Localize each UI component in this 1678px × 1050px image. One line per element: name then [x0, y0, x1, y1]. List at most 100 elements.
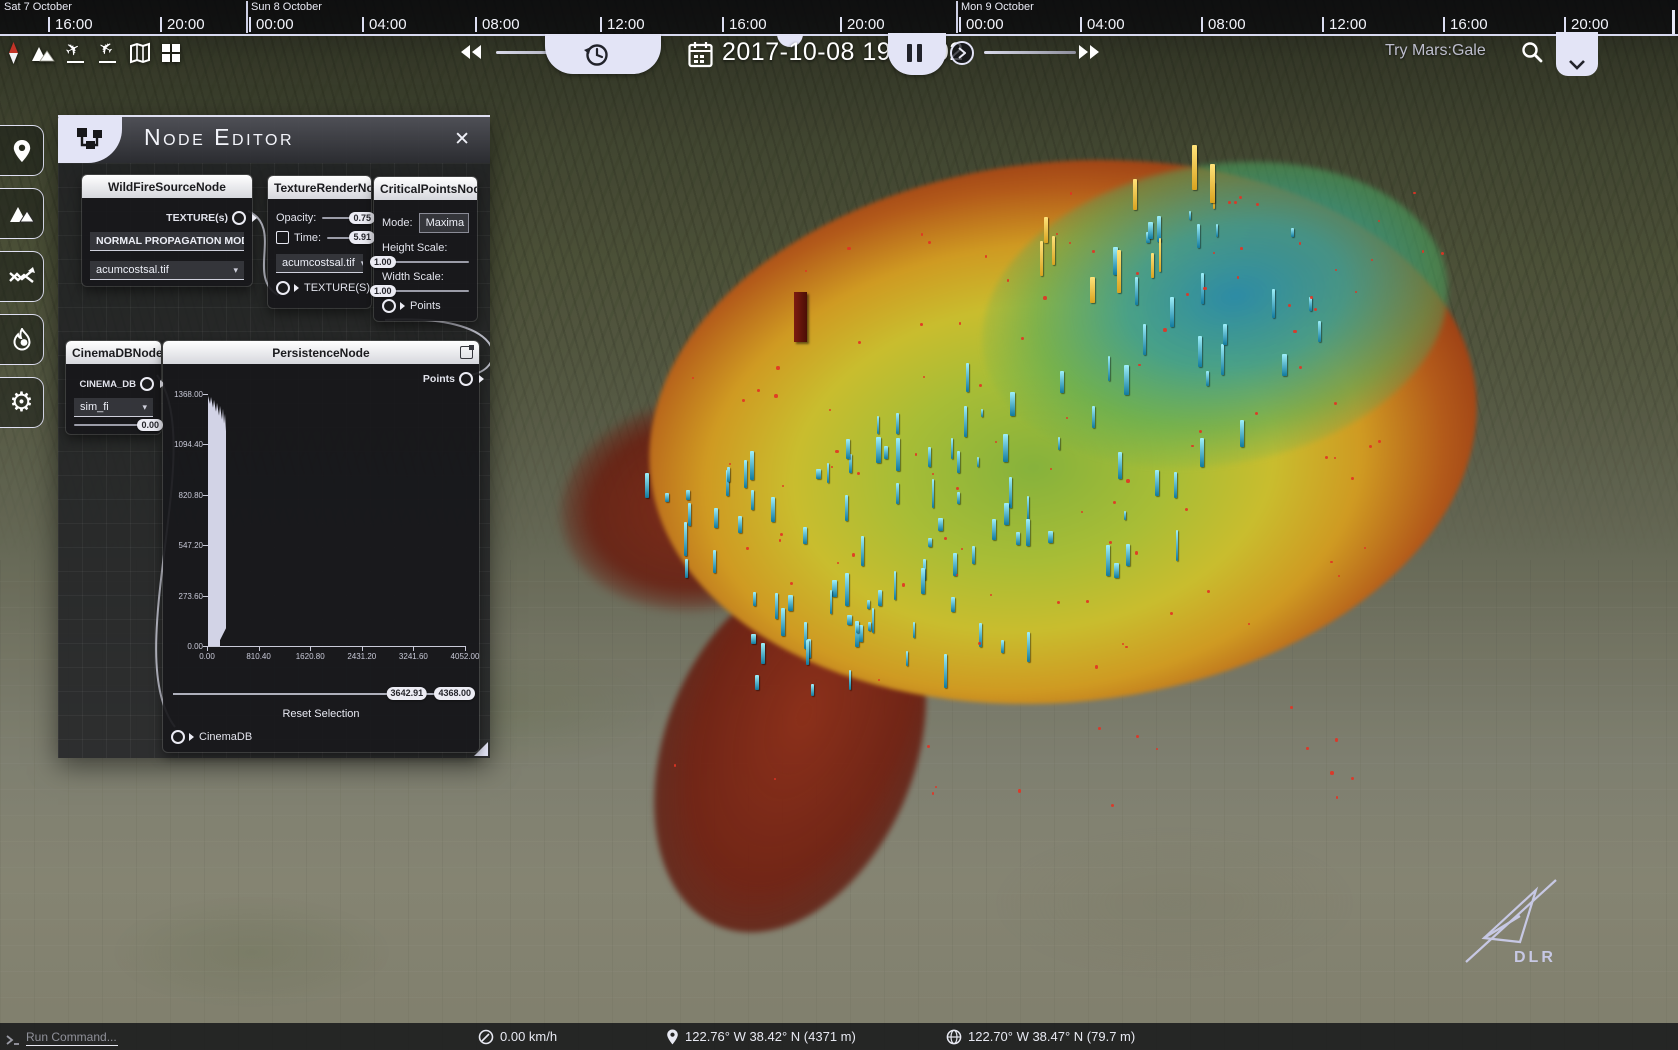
texture-file-dropdown[interactable]: acumcostsal.tif — [276, 254, 363, 273]
fire-spot-dot — [774, 778, 776, 780]
propagation-mode-dropdown[interactable]: NORMAL PROPAGATION MODE — [90, 232, 244, 251]
node-title[interactable]: WildFireSourceNode — [82, 175, 252, 198]
range-handle-left[interactable]: 3642.91 — [387, 687, 428, 700]
output-socket-points[interactable] — [459, 372, 473, 386]
time-reset-pill[interactable] — [545, 34, 661, 74]
chart-x-tick — [207, 646, 208, 651]
fire-spot-dot — [1109, 541, 1112, 544]
timeline-day-label: Sun 8 October — [251, 1, 322, 13]
input-socket-textures[interactable] — [276, 281, 290, 295]
critical-point-bar — [781, 608, 785, 637]
node-cinema-db[interactable]: CinemaDBNode CINEMA_DB sim_fi 0.00 — [66, 341, 161, 434]
node-title[interactable]: CriticalPointsNode — [374, 177, 477, 200]
opacity-value[interactable]: 0.75 — [349, 212, 375, 225]
time-value[interactable]: 5.91 — [349, 231, 375, 244]
command-input[interactable] — [26, 1029, 118, 1046]
fire-spot-dot — [1156, 748, 1158, 750]
node-title[interactable]: TextureRenderNode — [268, 176, 371, 199]
search-button[interactable] — [1520, 40, 1544, 64]
fire-spot-dot — [1126, 479, 1130, 483]
fire-spot-dot — [1378, 220, 1380, 222]
compass-button[interactable] — [6, 41, 21, 65]
pointer-position: 122.70° W 38.47° N (79.7 m) — [946, 1029, 1135, 1045]
collapse-timeline-tab[interactable] — [1556, 32, 1598, 76]
flight-takeoff-button[interactable]: ✈ — [65, 42, 87, 64]
critical-point-bar — [966, 363, 970, 392]
node-graph-icon — [76, 127, 104, 151]
terminal-prompt-icon — [6, 1034, 20, 1046]
critical-point-bar — [951, 597, 955, 613]
sidebar-item-statistics[interactable] — [0, 251, 44, 302]
reset-selection-button[interactable]: Reset Selection — [171, 708, 471, 720]
fire-spot-dot — [857, 472, 860, 475]
time-checkbox[interactable] — [276, 231, 289, 244]
sidebar-item-locations[interactable] — [0, 125, 44, 176]
critical-point-bar — [1223, 324, 1227, 346]
flame-icon — [11, 328, 33, 352]
flight-landing-button[interactable]: ✈ — [97, 42, 119, 64]
timeline-tick: 16:00 — [1443, 16, 1488, 33]
sidebar-item-settings[interactable]: ⚙ — [0, 377, 44, 428]
node-wildfire-source[interactable]: WildFireSourceNode TEXTURE(s) NORMAL PRO… — [82, 175, 252, 286]
search-icon — [1520, 40, 1544, 64]
chart-x-tick-label: 1620.80 — [296, 652, 325, 661]
node-editor-tab[interactable] — [58, 115, 122, 163]
height-scale-value[interactable]: 1.00 — [370, 256, 396, 269]
speed-slider-right[interactable] — [984, 51, 1076, 54]
node-editor-header[interactable]: Node Editor ✕ — [58, 115, 490, 163]
sidebar-item-terrain[interactable] — [0, 188, 44, 239]
map-layers-button[interactable] — [129, 42, 151, 64]
critical-point-bar — [1216, 224, 1218, 236]
time-value[interactable]: 0.00 — [137, 419, 163, 432]
selection-range-slider[interactable]: 3642.91 4368.00 — [173, 686, 469, 702]
sidebar-item-fire[interactable] — [0, 314, 44, 365]
input-socket-cinemadb[interactable] — [171, 730, 185, 744]
fast-forward-button[interactable] — [1078, 44, 1100, 60]
critical-point-bar — [849, 670, 852, 690]
popout-icon[interactable] — [460, 346, 473, 359]
critical-point-bar — [872, 608, 874, 633]
chart-y-tick — [203, 495, 208, 496]
close-button[interactable]: ✕ — [448, 127, 476, 152]
fire-spot-dot — [956, 574, 959, 577]
fire-spot-dot — [776, 366, 779, 369]
range-handle-right[interactable]: 4368.00 — [434, 687, 475, 700]
fire-spot-dot — [1335, 738, 1338, 741]
width-scale-value[interactable]: 1.00 — [370, 285, 396, 298]
pause-button[interactable] — [888, 33, 946, 75]
dashboard-button[interactable] — [161, 43, 181, 63]
critical-point-bar — [845, 573, 849, 606]
chart-y-tick-label: 1094.40 — [174, 440, 203, 449]
critical-point-bar — [816, 469, 821, 479]
node-critical-points[interactable]: CriticalPointsNode Mode: Maxima Height S… — [374, 177, 477, 321]
critical-point-bar — [827, 463, 829, 483]
node-title[interactable]: CinemaDBNode — [66, 341, 161, 364]
output-socket-cinemadb[interactable] — [140, 377, 154, 391]
speed-value: 0.00 km/h — [500, 1029, 557, 1044]
chevron-right-icon — [958, 47, 966, 59]
fire-spot-dot — [1111, 804, 1114, 807]
fire-spot-dot — [1069, 242, 1071, 244]
simulation-dropdown[interactable]: sim_fi — [74, 398, 153, 417]
rewind-button[interactable] — [460, 44, 482, 60]
mode-select[interactable]: Maxima — [419, 213, 469, 233]
input-socket-points[interactable] — [382, 299, 396, 313]
critical-point-bar — [896, 413, 899, 434]
critical-point-bar — [876, 437, 881, 463]
timeline-tick: 00:00 — [249, 16, 294, 33]
fire-spot-dot — [1213, 252, 1215, 254]
terrain-view-button[interactable] — [31, 44, 55, 62]
fire-spot-dot — [1207, 590, 1210, 593]
step-forward-button[interactable] — [950, 41, 974, 65]
chart-x-tick — [259, 646, 260, 651]
fire-spot-dot — [729, 463, 731, 465]
critical-point-bar — [884, 446, 888, 459]
node-texture-render[interactable]: TextureRenderNode Opacity: 0.75 Time: 5.… — [268, 176, 371, 308]
node-title[interactable]: PersistenceNode — [163, 341, 479, 364]
dlr-logo-text: DLR — [1514, 949, 1556, 966]
texture-file-dropdown[interactable]: acumcostsal.tif — [90, 261, 244, 280]
node-persistence[interactable]: PersistenceNode Points 1368.001094.40820… — [163, 341, 479, 752]
persistence-chart[interactable]: 1368.001094.40820.80547.20273.600.000.00… — [171, 388, 471, 684]
timeline[interactable]: Sat 7 OctoberSun 8 OctoberMon 9 October1… — [0, 0, 1678, 36]
output-socket-textures[interactable] — [232, 211, 246, 225]
